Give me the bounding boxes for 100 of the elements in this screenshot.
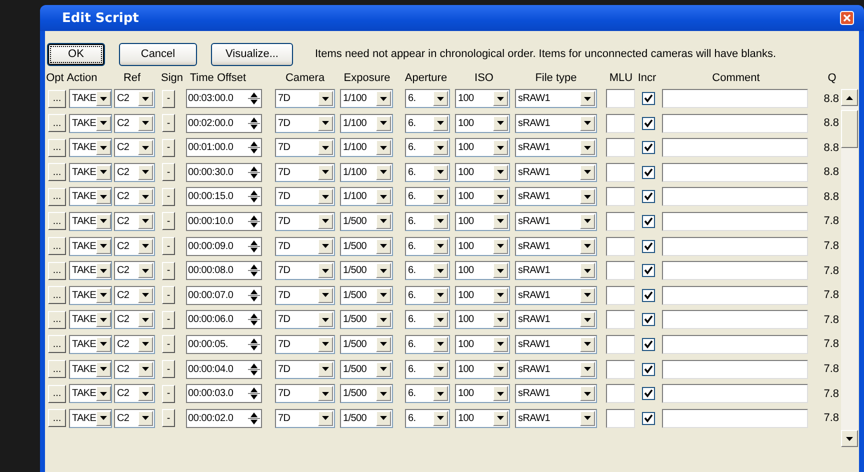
time-offset-field[interactable]: 00:03:00.0 [186,89,262,108]
file-type-dropdown[interactable]: sRAW1 [515,89,597,108]
exposure-dropdown[interactable]: 1/100 [340,114,393,133]
comment-field[interactable] [662,114,808,133]
camera-dropdown[interactable]: 7D [275,261,335,280]
action-dropdown[interactable]: TAKE [69,384,112,404]
incr-checkbox[interactable] [642,362,655,376]
camera-dropdown[interactable]: 7D [275,162,335,182]
file-type-dropdown[interactable]: sRAW1 [515,212,597,231]
close-icon[interactable] [840,11,854,25]
options-button[interactable]: ... [48,286,66,304]
ref-dropdown[interactable]: C2 [114,114,155,133]
mlu-field[interactable] [606,360,635,379]
exposure-dropdown[interactable]: 1/100 [340,187,393,206]
action-dropdown[interactable]: TAKE [69,408,112,428]
ref-dropdown[interactable]: C2 [114,360,155,379]
comment-field[interactable] [662,187,808,206]
iso-dropdown[interactable]: 100 [455,310,510,330]
options-button[interactable]: ... [48,138,66,157]
comment-field[interactable] [662,89,808,108]
exposure-dropdown[interactable]: 1/500 [340,384,393,404]
camera-dropdown[interactable]: 7D [275,408,335,428]
cancel-button[interactable]: Cancel [119,42,197,66]
aperture-dropdown[interactable]: 6. [405,286,450,305]
action-dropdown[interactable]: TAKE [69,286,112,305]
incr-checkbox[interactable] [642,240,655,253]
ref-dropdown[interactable]: C2 [114,89,155,108]
exposure-dropdown[interactable]: 1/100 [340,89,393,108]
camera-dropdown[interactable]: 7D [275,334,335,354]
time-offset-field[interactable]: 00:00:05. [186,334,262,354]
mlu-field[interactable] [606,286,635,305]
iso-dropdown[interactable]: 100 [455,138,510,158]
exposure-dropdown[interactable]: 1/500 [340,334,393,354]
file-type-dropdown[interactable]: sRAW1 [515,261,597,280]
action-dropdown[interactable]: TAKE [69,310,112,330]
action-dropdown[interactable]: TAKE [69,334,112,354]
aperture-dropdown[interactable]: 6. [405,114,450,133]
file-type-dropdown[interactable]: sRAW1 [515,114,597,133]
options-button[interactable]: ... [48,335,66,354]
mlu-field[interactable] [606,89,635,108]
incr-checkbox[interactable] [642,92,655,105]
iso-dropdown[interactable]: 100 [455,89,510,108]
sign-button[interactable]: - [162,310,175,329]
mlu-field[interactable] [606,408,635,428]
mlu-field[interactable] [606,334,635,354]
action-dropdown[interactable]: TAKE [69,212,112,231]
iso-dropdown[interactable]: 100 [455,408,510,428]
incr-checkbox[interactable] [642,264,655,278]
time-offset-field[interactable]: 00:00:15.0 [186,187,262,206]
aperture-dropdown[interactable]: 6. [405,212,450,231]
incr-checkbox[interactable] [642,116,655,130]
options-button[interactable]: ... [48,310,66,329]
file-type-dropdown[interactable]: sRAW1 [515,334,597,354]
action-dropdown[interactable]: TAKE [69,162,112,182]
time-offset-field[interactable]: 00:02:00.0 [186,114,262,133]
comment-field[interactable] [662,286,808,305]
camera-dropdown[interactable]: 7D [275,310,335,330]
exposure-dropdown[interactable]: 1/500 [340,212,393,231]
iso-dropdown[interactable]: 100 [455,212,510,231]
options-button[interactable]: ... [48,90,66,108]
time-offset-field[interactable]: 00:00:08.0 [186,261,262,280]
iso-dropdown[interactable]: 100 [455,114,510,133]
incr-checkbox[interactable] [642,288,655,302]
sign-button[interactable]: - [162,163,175,182]
ref-dropdown[interactable]: C2 [114,138,155,158]
aperture-dropdown[interactable]: 6. [405,408,450,428]
options-button[interactable]: ... [48,384,66,403]
exposure-dropdown[interactable]: 1/500 [340,261,393,280]
iso-dropdown[interactable]: 100 [455,384,510,404]
camera-dropdown[interactable]: 7D [275,360,335,379]
camera-dropdown[interactable]: 7D [275,187,335,206]
file-type-dropdown[interactable]: sRAW1 [515,187,597,206]
mlu-field[interactable] [606,162,635,182]
iso-dropdown[interactable]: 100 [455,236,510,256]
options-button[interactable]: ... [48,163,66,182]
aperture-dropdown[interactable]: 6. [405,261,450,280]
action-dropdown[interactable]: TAKE [69,360,112,379]
time-offset-field[interactable]: 00:00:03.0 [186,384,262,404]
sign-button[interactable]: - [162,188,175,206]
exposure-dropdown[interactable]: 1/500 [340,360,393,379]
mlu-field[interactable] [606,261,635,280]
file-type-dropdown[interactable]: sRAW1 [515,310,597,330]
action-dropdown[interactable]: TAKE [69,89,112,108]
action-dropdown[interactable]: TAKE [69,114,112,133]
action-dropdown[interactable]: TAKE [69,236,112,256]
scroll-thumb[interactable] [841,110,858,148]
options-button[interactable]: ... [48,212,66,230]
mlu-field[interactable] [606,236,635,256]
visualize-button[interactable]: Visualize... [211,42,293,66]
comment-field[interactable] [662,360,808,379]
camera-dropdown[interactable]: 7D [275,138,335,158]
exposure-dropdown[interactable]: 1/500 [340,286,393,305]
camera-dropdown[interactable]: 7D [275,114,335,133]
iso-dropdown[interactable]: 100 [455,334,510,354]
ref-dropdown[interactable]: C2 [114,286,155,305]
exposure-dropdown[interactable]: 1/500 [340,310,393,330]
comment-field[interactable] [662,384,808,404]
camera-dropdown[interactable]: 7D [275,89,335,108]
mlu-field[interactable] [606,138,635,158]
ref-dropdown[interactable]: C2 [114,384,155,404]
